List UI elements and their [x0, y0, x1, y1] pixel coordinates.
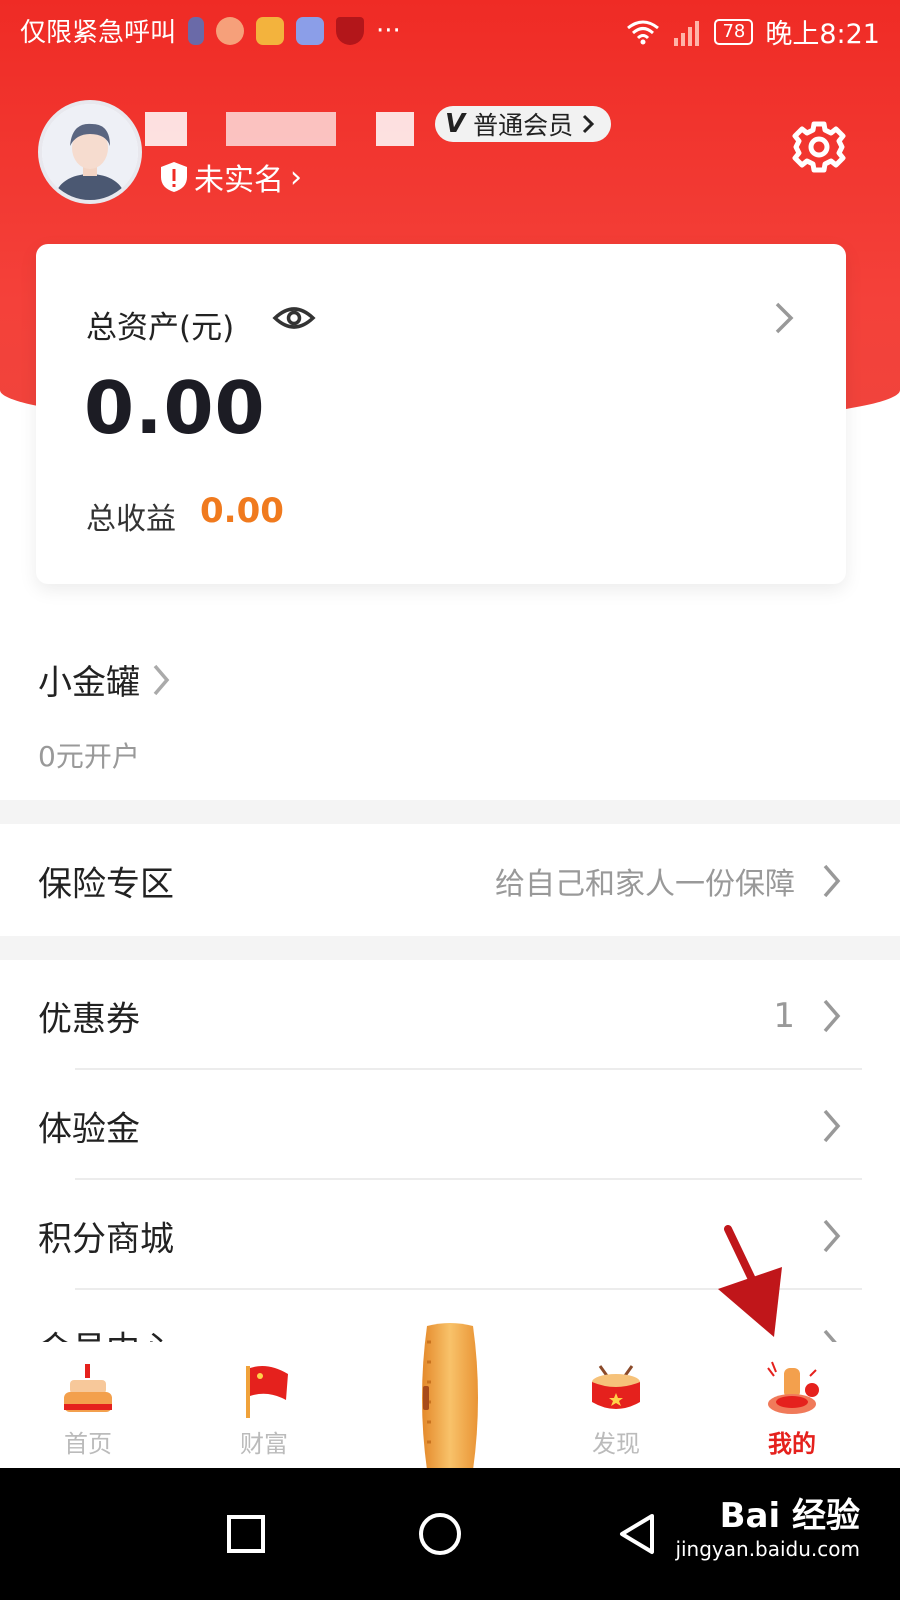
- vip-mark: V: [445, 109, 466, 139]
- tab-label: 发现: [592, 1430, 640, 1458]
- tab-label: 财富: [240, 1430, 288, 1458]
- chevron-right-icon: [153, 664, 170, 695]
- lantern-icon: [767, 1361, 819, 1414]
- small-jar-title: 小金罐: [38, 663, 140, 703]
- shield-alert-icon: [161, 162, 187, 192]
- masked-username: [145, 112, 187, 146]
- signal-icon: [674, 20, 700, 46]
- tab-label: 首页: [64, 1430, 112, 1458]
- charging-icon: [188, 16, 205, 45]
- list-item-title: 积分商城: [38, 1219, 174, 1260]
- small-jar-subtitle: 0元开户: [38, 740, 140, 773]
- system-navigation-bar: Bai 经验 jingyan.baidu.com: [0, 1468, 900, 1600]
- tab-label: 我的: [768, 1430, 816, 1458]
- wifi-icon: [627, 20, 660, 44]
- real-name-label: 未实名: [194, 163, 284, 198]
- list-item-coupons[interactable]: 优惠券 1: [0, 961, 900, 1071]
- divider: [75, 1178, 862, 1180]
- list-item-subtitle: 给自己和家人一份保障: [495, 867, 795, 902]
- list-item-title: 优惠券: [38, 999, 140, 1040]
- mooncake-center-icon[interactable]: [417, 1322, 483, 1474]
- list-item-insurance[interactable]: 保险专区 给自己和家人一份保障: [0, 826, 900, 936]
- vip-badge[interactable]: V 普通会员: [435, 106, 612, 142]
- section-gap: [0, 800, 900, 824]
- baidu-watermark: Bai 经验 jingyan.baidu.com: [675, 1488, 860, 1561]
- status-carrier-text: 仅限紧急呼叫: [20, 18, 177, 48]
- real-name-chevron: ›: [290, 159, 302, 195]
- browser-notification-icon: [296, 16, 325, 45]
- list-item-title: 体验金: [38, 1109, 140, 1150]
- annotation-arrow-icon: [718, 1225, 782, 1337]
- settings-gear-icon[interactable]: [792, 120, 846, 174]
- back-triangle-icon[interactable]: [610, 1506, 666, 1562]
- chevron-right-icon: [823, 1219, 841, 1253]
- avatar[interactable]: [38, 100, 142, 204]
- chevron-right-icon: [823, 1329, 837, 1342]
- total-assets-card[interactable]: 总资产(元) 0.00 总收益 0.00: [36, 244, 846, 584]
- divider: [75, 1068, 862, 1070]
- tab-discover[interactable]: 发现: [556, 1342, 676, 1468]
- cake-icon: [64, 1364, 112, 1412]
- chevron-right-icon: [583, 114, 595, 134]
- chevron-right-icon: [775, 302, 794, 334]
- vip-badge-label: 普通会员: [473, 111, 574, 140]
- recent-apps-square-icon[interactable]: [218, 1506, 274, 1562]
- masked-username: [376, 112, 414, 146]
- flag-icon: [246, 1366, 288, 1418]
- chevron-right-icon: [823, 999, 841, 1033]
- small-jar-link[interactable]: 小金罐: [38, 655, 172, 704]
- tab-wealth[interactable]: 财富: [204, 1342, 324, 1468]
- eye-visibility-icon[interactable]: [272, 300, 316, 336]
- total-assets-label: 总资产(元): [86, 310, 235, 346]
- tab-mine[interactable]: 我的: [732, 1342, 852, 1468]
- battery-indicator: 78: [714, 18, 754, 45]
- status-time: 晚上8:21: [765, 19, 880, 50]
- total-income-value: 0.00: [200, 491, 284, 531]
- watermark-url: jingyan.baidu.com: [675, 1537, 860, 1561]
- watermark-logo: Bai 经验: [719, 1496, 860, 1536]
- more-notifications-icon: ···: [376, 15, 401, 46]
- drum-icon: [592, 1365, 640, 1409]
- masked-username: [226, 112, 336, 146]
- chevron-right-icon: [823, 864, 841, 898]
- chevron-right-icon: [823, 1109, 841, 1143]
- list-item-title: 保险专区: [38, 864, 174, 905]
- shield-notification-icon: [336, 16, 365, 45]
- app-notification-icon: [256, 16, 285, 45]
- total-assets-value: 0.00: [84, 366, 266, 450]
- user-avatar-icon: [42, 104, 138, 200]
- list-item-trial-fund[interactable]: 体验金: [0, 1071, 900, 1181]
- real-name-status[interactable]: 未实名 ›: [160, 155, 302, 199]
- section-gap: [0, 936, 900, 960]
- status-bar: 仅限紧急呼叫 ··· 78 晚上8:21: [0, 0, 900, 62]
- coupon-count: 1: [773, 996, 795, 1036]
- list-item-title: 会员中心: [38, 1322, 174, 1343]
- total-income-label: 总收益: [86, 502, 176, 537]
- tab-home[interactable]: 首页: [28, 1342, 148, 1468]
- home-circle-icon[interactable]: [412, 1506, 468, 1562]
- app-notification-icon: [216, 16, 245, 45]
